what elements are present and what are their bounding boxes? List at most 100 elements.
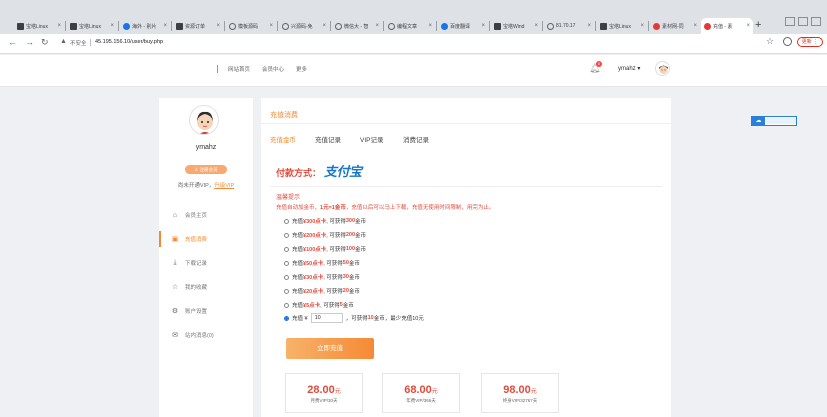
tab-consumption-records[interactable]: 消费记录 bbox=[403, 134, 429, 144]
cloud-icon: ☁ bbox=[752, 117, 765, 125]
vip-price: 98.00元 bbox=[503, 384, 537, 396]
radio-button[interactable] bbox=[284, 218, 289, 224]
browser-tab[interactable]: 兴源码-免 × bbox=[279, 18, 329, 34]
sidebar-username: ymahz bbox=[195, 144, 217, 151]
sidebar-item-label: 账户设置 bbox=[185, 309, 208, 315]
recharge-option-custom[interactable]: 充值 ¥，可获得 10 金币，最少充值10元 bbox=[284, 313, 424, 323]
recharge-option-50[interactable]: 充值 ¥50点卡, 可获得 50 金币 bbox=[284, 259, 360, 267]
close-window-icon[interactable] bbox=[811, 17, 821, 26]
close-tab-icon[interactable]: × bbox=[269, 23, 273, 29]
tab-recharge-coins[interactable]: 充值金币 bbox=[270, 134, 296, 144]
upgrade-vip-link[interactable]: 升级VIP bbox=[214, 183, 234, 189]
warning-icon[interactable]: ▲ bbox=[60, 38, 67, 45]
tab-vip-records[interactable]: VIP记录 bbox=[360, 134, 383, 144]
sidebar-item-settings[interactable]: ⚙ 账户设置 bbox=[159, 300, 253, 322]
forward-arrow-icon[interactable]: → bbox=[25, 36, 34, 48]
browser-tab[interactable]: 编程文章 × bbox=[385, 18, 435, 34]
close-tab-icon[interactable]: × bbox=[110, 23, 114, 29]
nav-more-link[interactable]: 更多 bbox=[296, 65, 307, 73]
recharge-option-20[interactable]: 充值 ¥20点卡, 可获得 20 金币 bbox=[284, 287, 360, 295]
vip-plan-card[interactable]: 28.00元 月费VIP/30天 bbox=[285, 373, 363, 413]
close-tab-icon[interactable]: × bbox=[57, 23, 61, 29]
sidebar-item-member-home[interactable]: ⌂ 会员主页 bbox=[159, 204, 253, 226]
maximize-window-icon[interactable] bbox=[798, 17, 808, 26]
address-bar[interactable]: 45.195.156.10/user/buy.php bbox=[95, 39, 163, 45]
browser-tab[interactable]: 百度翻译 × bbox=[438, 18, 488, 34]
recharge-option-30[interactable]: 充值 ¥30点卡, 可获得 30 金币 bbox=[284, 273, 360, 281]
vip-plan-card[interactable]: 68.00元 年费VIP/366天 bbox=[382, 373, 460, 413]
custom-amount-input[interactable] bbox=[310, 313, 343, 323]
browser-tab[interactable]: 宝塔Wind × bbox=[491, 18, 541, 34]
recharge-option-5[interactable]: 充值 ¥5点卡, 可获得 5 金币 bbox=[284, 301, 354, 309]
radio-button[interactable] bbox=[284, 232, 289, 238]
tip-title: 温馨提示 bbox=[276, 195, 301, 201]
close-tab-icon[interactable]: × bbox=[481, 23, 485, 29]
nav-member-center-link[interactable]: 会员中心 bbox=[262, 65, 284, 73]
sidebar-item-downloads[interactable]: ⤓ 下载记录 bbox=[159, 252, 253, 274]
browser-tab[interactable]: 宝塔Linux × bbox=[67, 18, 117, 34]
browser-tab[interactable]: 宝塔Linux × bbox=[597, 18, 647, 34]
close-tab-icon[interactable]: × bbox=[746, 23, 750, 29]
sidebar-item-favorites[interactable]: ☆ 我的收藏 bbox=[159, 276, 253, 298]
user-menu-dropdown[interactable]: ymahz ▾ bbox=[618, 65, 640, 72]
update-label: 更新 bbox=[801, 38, 812, 45]
avatar[interactable] bbox=[655, 61, 670, 76]
close-tab-icon[interactable]: × bbox=[375, 23, 379, 29]
browser-tab[interactable]: 81.70.17 × bbox=[544, 18, 594, 34]
tab-recharge-records[interactable]: 充值记录 bbox=[315, 134, 341, 144]
recharge-option-300[interactable]: 充值 ¥300点卡, 可获得 300 金币 bbox=[284, 217, 366, 225]
close-tab-icon[interactable]: × bbox=[693, 23, 697, 29]
close-tab-icon[interactable]: × bbox=[640, 23, 644, 29]
vip-price: 28.00元 bbox=[307, 384, 341, 396]
star-icon: ☆ bbox=[171, 284, 179, 291]
site-favicon-icon bbox=[17, 22, 24, 30]
floating-cloud-widget[interactable]: ☁ bbox=[751, 116, 797, 126]
bookmark-star-icon[interactable]: ☆ bbox=[766, 36, 774, 47]
radio-button[interactable] bbox=[284, 246, 289, 252]
site-favicon-icon bbox=[653, 22, 660, 30]
payment-method-label: 付款方式： bbox=[276, 168, 322, 178]
browser-tab[interactable]: 海外 - 别片 × bbox=[120, 18, 170, 34]
radio-button[interactable] bbox=[284, 260, 289, 266]
sidebar-item-recharge[interactable]: ▣ 充值消费 bbox=[159, 228, 253, 250]
alipay-logo[interactable]: 支付宝 bbox=[324, 161, 362, 180]
close-tab-icon[interactable]: × bbox=[587, 23, 591, 29]
avatar[interactable] bbox=[189, 105, 219, 135]
recharge-now-button[interactable]: 立即充值 bbox=[286, 338, 374, 359]
profile-icon[interactable] bbox=[783, 37, 792, 46]
vip-plan-card[interactable]: 98.00元 终身VIP/32767天 bbox=[481, 373, 559, 413]
radio-button[interactable] bbox=[284, 288, 289, 294]
recharge-option-200[interactable]: 充值 ¥200点卡, 可获得 200 金币 bbox=[284, 231, 366, 239]
not-secure-label[interactable]: 不安全 bbox=[70, 39, 87, 47]
new-tab-button[interactable]: + bbox=[755, 18, 761, 33]
recharge-option-100[interactable]: 充值 ¥100点卡, 可获得 100 金币 bbox=[284, 245, 366, 253]
sidebar-item-label: 站内消息(0) bbox=[185, 333, 214, 339]
gear-icon: ⚙ bbox=[171, 308, 179, 315]
back-arrow-icon[interactable]: ← bbox=[8, 36, 17, 48]
minimize-window-icon[interactable] bbox=[785, 17, 795, 26]
browser-tab[interactable]: 资源订单 × bbox=[173, 18, 223, 34]
update-button[interactable]: 更新 ⋮ bbox=[797, 36, 823, 47]
vip-plan-label: 年费VIP/366天 bbox=[406, 398, 436, 403]
browser-tab[interactable]: 素材网-同 × bbox=[650, 18, 700, 34]
radio-button-selected[interactable] bbox=[284, 315, 289, 321]
browser-tab-active[interactable]: 充值 - 素 × bbox=[701, 18, 753, 34]
site-header bbox=[0, 55, 827, 87]
vip-plan-label: 终身VIP/32767天 bbox=[502, 398, 538, 403]
radio-button[interactable] bbox=[284, 302, 289, 308]
browser-tab[interactable]: 宝塔Linux × bbox=[14, 18, 64, 34]
radio-button[interactable] bbox=[284, 274, 289, 280]
close-tab-icon[interactable]: × bbox=[322, 23, 326, 29]
browser-tab[interactable]: 模板源码 × bbox=[226, 18, 276, 34]
browser-tab[interactable]: 微信大 - 智 × bbox=[332, 18, 382, 34]
close-tab-icon[interactable]: × bbox=[428, 23, 432, 29]
sidebar-item-messages[interactable]: ✉ 站内消息(0) bbox=[159, 324, 253, 346]
reload-icon[interactable]: ↻ bbox=[41, 36, 49, 48]
close-tab-icon[interactable]: × bbox=[163, 23, 167, 29]
close-tab-icon[interactable]: × bbox=[216, 23, 220, 29]
close-tab-icon[interactable]: × bbox=[534, 23, 538, 29]
nav-home-link[interactable]: 网站首页 bbox=[228, 65, 250, 73]
site-favicon-icon bbox=[600, 22, 607, 30]
globe-icon bbox=[335, 22, 342, 30]
sidebar-item-label: 充值消费 bbox=[185, 237, 208, 243]
